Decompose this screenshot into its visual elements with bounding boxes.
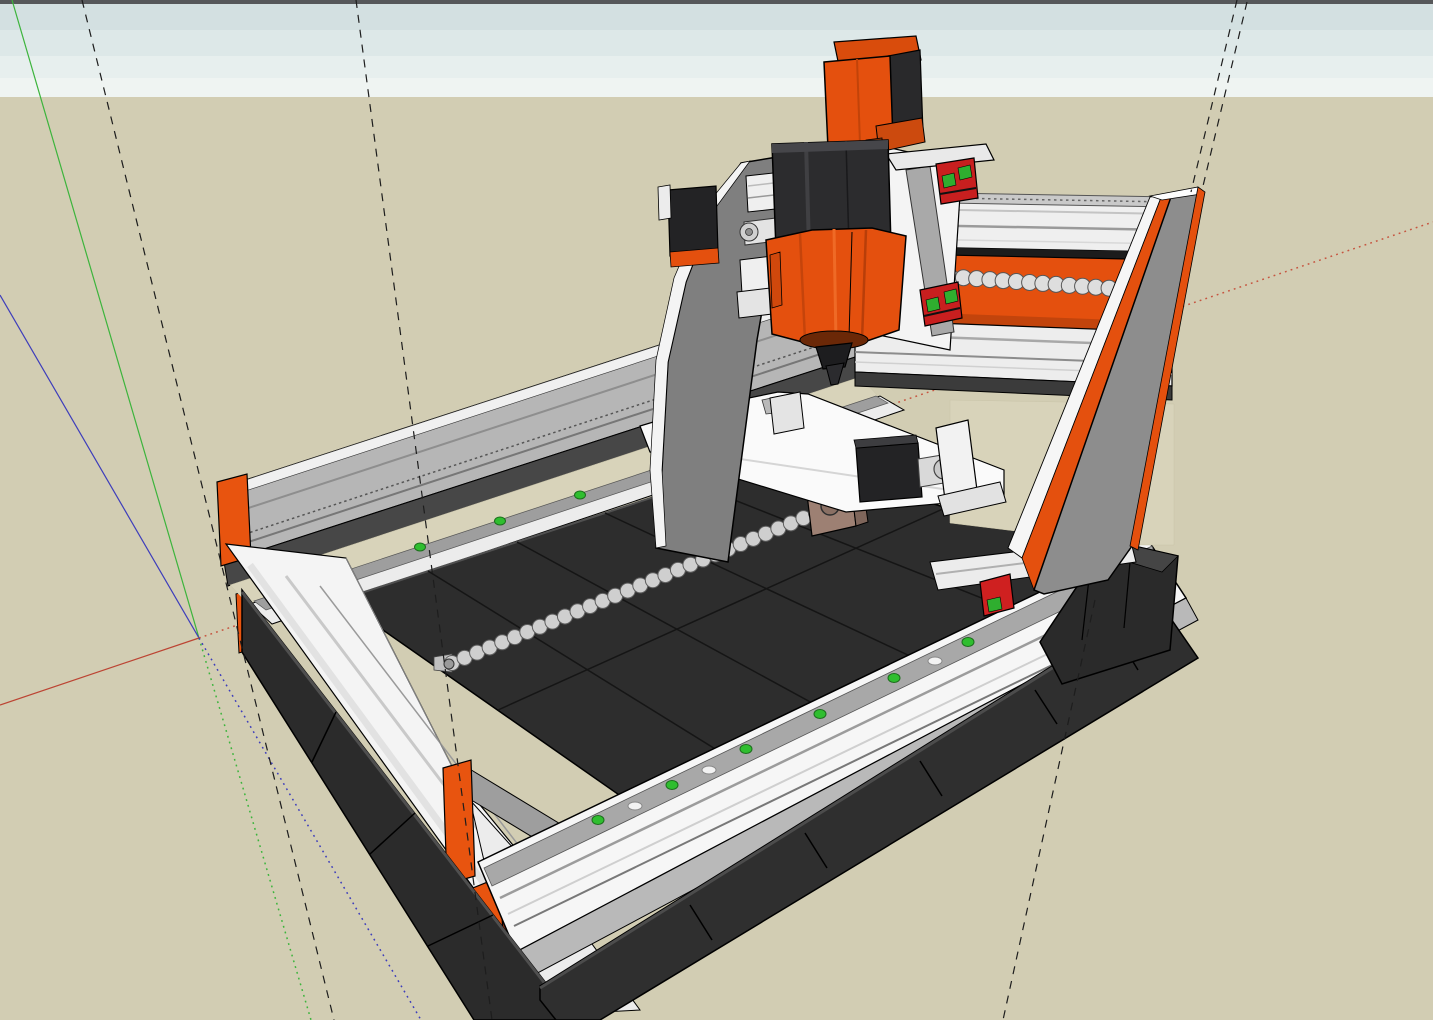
rail-green-dot	[739, 744, 753, 754]
rail-bolt-hole	[927, 656, 943, 666]
x-screw-end-bore	[745, 228, 753, 236]
x-bearing-green	[941, 172, 957, 189]
sky-band-2	[0, 30, 1433, 56]
rail-green-dot	[665, 780, 679, 790]
x-motor-tab	[657, 184, 672, 221]
x-motor	[667, 185, 719, 257]
rail-green-dot	[574, 490, 586, 500]
x-bearing-green	[925, 296, 941, 313]
rail-green-dot	[813, 709, 827, 719]
sky-band-4	[0, 78, 1433, 97]
y-leadscrew-end	[443, 658, 455, 670]
rail-bolt-hole	[627, 801, 643, 811]
right-rail-cap-green	[986, 596, 1003, 613]
x-bearing-bottom	[919, 281, 963, 327]
z-nut-bracket	[769, 391, 805, 435]
x-bearing-top	[935, 157, 979, 205]
x-bearing-green	[957, 164, 973, 181]
rail-green-dot	[414, 542, 426, 552]
rail-green-dot	[961, 637, 975, 647]
rail-green-dot	[494, 516, 506, 526]
y-motor	[855, 442, 923, 503]
beam-end-stub	[736, 287, 773, 319]
sky-band-3	[0, 56, 1433, 78]
sky-band-1	[0, 4, 1433, 30]
rail-bolt-hole	[701, 765, 717, 775]
top-edge-bar	[0, 0, 1433, 4]
x-bearing-green	[943, 288, 959, 305]
spindle-cable-clips	[769, 251, 783, 309]
3d-viewport[interactable]	[0, 0, 1433, 1020]
spindle-highlight	[832, 228, 838, 343]
rail-green-dot	[591, 815, 605, 825]
rail-green-dot	[887, 673, 901, 683]
scene-svg	[0, 0, 1433, 1020]
